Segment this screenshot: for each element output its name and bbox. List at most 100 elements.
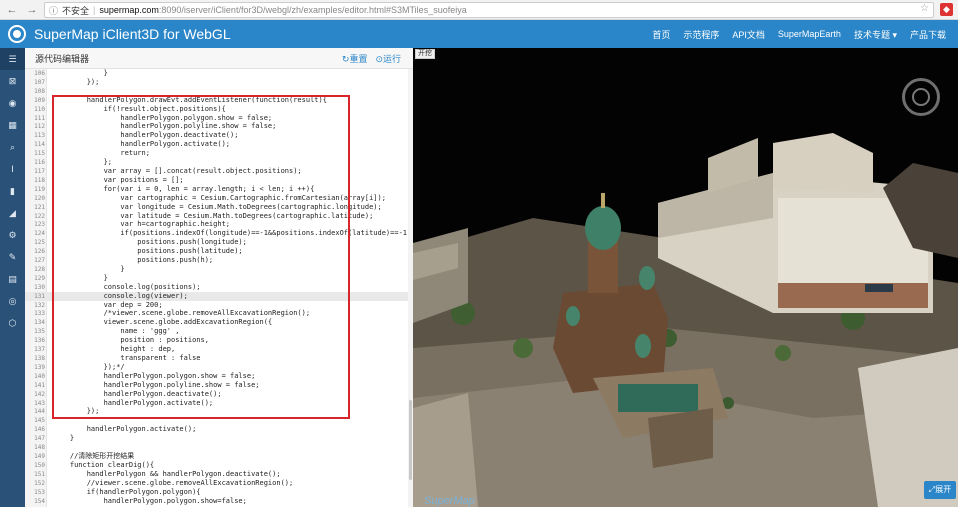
code-line[interactable]: 154 handlerPolygon.polygon.show=false;	[25, 497, 413, 506]
code-line[interactable]: 107 });	[25, 78, 413, 87]
sidebar-item-info[interactable]: Ⅰ	[0, 158, 25, 180]
code-line[interactable]: 115 return;	[25, 149, 413, 158]
code-line[interactable]: 121 var longitude = Cesium.Math.toDegree…	[25, 203, 413, 212]
line-code[interactable]: });*/	[53, 363, 125, 372]
code-line[interactable]: 153 if(handlerPolygon.polygon){	[25, 488, 413, 497]
code-line[interactable]: 146 handlerPolygon.activate();	[25, 425, 413, 434]
code-line[interactable]: 120 var cartographic = Cesium.Cartograph…	[25, 194, 413, 203]
code-line[interactable]: 112 handlerPolygon.polyline.show = false…	[25, 122, 413, 131]
3d-viewer[interactable]	[413, 48, 958, 507]
star-icon[interactable]: ☆	[920, 3, 929, 14]
code-line[interactable]: 109 handlerPolygon.drawEvt.addEventListe…	[25, 96, 413, 105]
line-code[interactable]: //viewer.scene.globe.removeAllExcavation…	[53, 479, 294, 488]
code-line[interactable]: 133 /*viewer.scene.globe.removeAllExcava…	[25, 309, 413, 318]
dig-tag[interactable]: 开挖	[415, 49, 435, 59]
code-line[interactable]: 142 handlerPolygon.deactivate();	[25, 390, 413, 399]
line-code[interactable]: var dep = 200;	[53, 301, 163, 310]
supermap-logo-icon[interactable]	[8, 25, 26, 43]
info-icon[interactable]: ⓘ	[49, 4, 58, 17]
code-line[interactable]: 122 var latitude = Cesium.Math.toDegrees…	[25, 212, 413, 221]
sidebar-item-view[interactable]: ◎	[0, 290, 25, 312]
line-code[interactable]: positions.push(longitude);	[53, 238, 247, 247]
code-line[interactable]: 123 var h=cartographic.height;	[25, 220, 413, 229]
app-title[interactable]: SuperMap iClient3D for WebGL	[34, 26, 231, 42]
code-line[interactable]: 143 handlerPolygon.activate();	[25, 399, 413, 408]
line-code[interactable]: viewer.scene.globe.addExcavationRegion({	[53, 318, 273, 327]
nav-tech-topics[interactable]: 技术专题 ▾	[854, 28, 897, 41]
nav-downloads[interactable]: 产品下载	[910, 28, 946, 41]
sidebar-item-building[interactable]: ▦	[0, 114, 25, 136]
code-line[interactable]: 108	[25, 87, 413, 96]
code-line[interactable]: 145	[25, 416, 413, 425]
line-code[interactable]: handlerPolygon.deactivate();	[53, 131, 238, 140]
code-line[interactable]: 150 function clearDig(){	[25, 461, 413, 470]
code-line[interactable]: 141 handlerPolygon.polyline.show = false…	[25, 381, 413, 390]
line-code[interactable]: height : dep,	[53, 345, 175, 354]
line-code[interactable]: var positions = [];	[53, 176, 184, 185]
line-code[interactable]: if(positions.indexOf(longitude)==-1&&pos…	[53, 229, 413, 238]
code-line[interactable]: 144 });	[25, 407, 413, 416]
line-code[interactable]: });	[53, 78, 100, 87]
line-code[interactable]: handlerPolygon.activate();	[53, 140, 230, 149]
line-code[interactable]: positions.push(h);	[53, 256, 213, 265]
code-line[interactable]: 147 }	[25, 434, 413, 443]
forward-icon[interactable]: →	[24, 2, 40, 18]
sidebar-item-send[interactable]: ◢	[0, 202, 25, 224]
line-code[interactable]: var longitude = Cesium.Math.toDegrees(ca…	[53, 203, 381, 212]
line-code[interactable]: if(!result.object.positions){	[53, 105, 226, 114]
line-code[interactable]: position : positions,	[53, 336, 209, 345]
line-code[interactable]: handlerPolygon.deactivate();	[53, 390, 222, 399]
sidebar-item-map[interactable]: ⊠	[0, 70, 25, 92]
code-line[interactable]: 139 });*/	[25, 363, 413, 372]
line-code[interactable]: name : 'ggg' ,	[53, 327, 179, 336]
sidebar-item-globe[interactable]: ◉	[0, 92, 25, 114]
code-line[interactable]: 124 if(positions.indexOf(longitude)==-1&…	[25, 229, 413, 238]
line-code[interactable]: var cartographic = Cesium.Cartographic.f…	[53, 194, 386, 203]
line-code[interactable]: }	[53, 265, 124, 274]
nav-examples[interactable]: 示范程序	[683, 28, 719, 41]
code-line[interactable]: 135 name : 'ggg' ,	[25, 327, 413, 336]
line-code[interactable]: console.log(positions);	[53, 283, 201, 292]
code-line[interactable]: 130 console.log(positions);	[25, 283, 413, 292]
line-code[interactable]: positions.push(latitude);	[53, 247, 242, 256]
code-line[interactable]: 126 positions.push(latitude);	[25, 247, 413, 256]
back-icon[interactable]: ←	[4, 2, 20, 18]
code-line[interactable]: 131 console.log(viewer);	[25, 291, 413, 301]
code-line[interactable]: 136 position : positions,	[25, 336, 413, 345]
line-code[interactable]: console.log(viewer);	[53, 292, 188, 301]
code-line[interactable]: 137 height : dep,	[25, 345, 413, 354]
code-line[interactable]: 129 }	[25, 274, 413, 283]
code-line[interactable]: 140 handlerPolygon.polygon.show = false;	[25, 372, 413, 381]
line-code[interactable]: var array = [].concat(result.object.posi…	[53, 167, 302, 176]
sidebar-item-search[interactable]: ⌕	[0, 136, 25, 158]
address-bar[interactable]: ⓘ 不安全 | supermap.com :8090/iserver/iClie…	[44, 2, 934, 18]
code-line[interactable]: 119 for(var i = 0, len = array.length; i…	[25, 185, 413, 194]
line-code[interactable]: var h=cartographic.height;	[53, 220, 230, 229]
line-code[interactable]: }	[53, 69, 108, 78]
line-code[interactable]: handlerPolygon && handlerPolygon.deactiv…	[53, 470, 281, 479]
extension-icon[interactable]: ◆	[940, 3, 953, 16]
expand-button[interactable]: ⤢展开	[924, 481, 956, 499]
nav-supermap-earth[interactable]: SuperMapEarth	[778, 29, 841, 39]
code-line[interactable]: 152 //viewer.scene.globe.removeAllExcava…	[25, 479, 413, 488]
line-code[interactable]: handlerPolygon.polygon.show = false;	[53, 372, 256, 381]
code-line[interactable]: 118 var positions = [];	[25, 176, 413, 185]
line-code[interactable]: handlerPolygon.activate();	[53, 425, 197, 434]
code-line[interactable]: 111 handlerPolygon.polygon.show = false;	[25, 114, 413, 123]
line-code[interactable]: }	[53, 274, 108, 283]
code-line[interactable]: 149 //清除矩形开挖结果	[25, 452, 413, 461]
code-line[interactable]: 117 var array = [].concat(result.object.…	[25, 167, 413, 176]
code-line[interactable]: 125 positions.push(longitude);	[25, 238, 413, 247]
sidebar-item-settings[interactable]: ⚙	[0, 224, 25, 246]
line-code[interactable]: }	[53, 434, 74, 443]
sidebar-item-plugin[interactable]: ⬡	[0, 312, 25, 334]
line-code[interactable]: };	[53, 158, 112, 167]
run-button[interactable]: ⊙运行	[375, 52, 401, 65]
line-code[interactable]: handlerPolygon.polygon.show = false;	[53, 114, 272, 123]
sidebar-item-layers[interactable]: ▤	[0, 268, 25, 290]
sidebar-item-edit[interactable]: ✎	[0, 246, 25, 268]
line-code[interactable]: function clearDig(){	[53, 461, 154, 470]
reset-button[interactable]: ↻重置	[342, 52, 368, 65]
code-line[interactable]: 134 viewer.scene.globe.addExcavationRegi…	[25, 318, 413, 327]
line-code[interactable]: transparent : false	[53, 354, 200, 363]
